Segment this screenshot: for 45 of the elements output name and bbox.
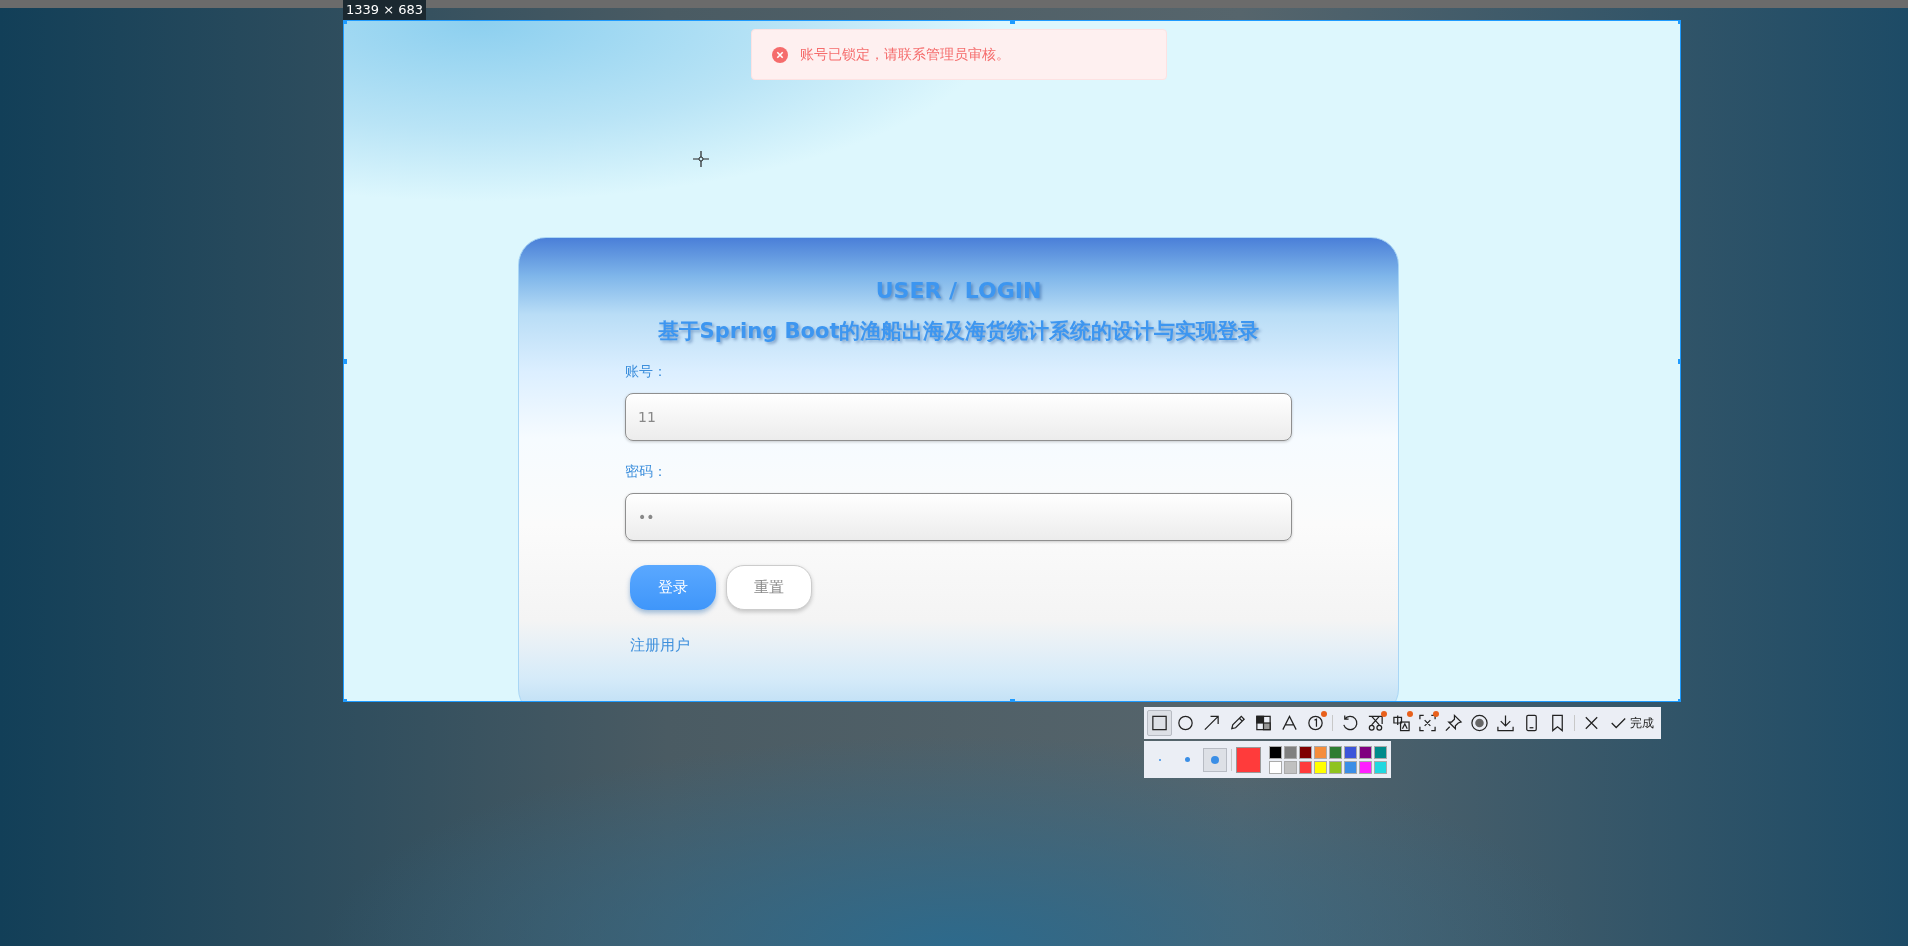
color-swatch[interactable]: [1329, 745, 1342, 759]
color-swatch[interactable]: [1329, 760, 1342, 774]
size-label: 1339 × 683: [343, 0, 427, 20]
number-icon: [1306, 713, 1325, 733]
color-swatch[interactable]: [1299, 760, 1312, 774]
error-icon: [772, 46, 788, 63]
crosshair-cursor-icon: [693, 151, 709, 167]
login-button[interactable]: 登录: [630, 565, 716, 610]
text-icon: [1280, 713, 1299, 733]
system-title: 基于Spring Boot的渔船出海及海货统计系统的设计与实现登录: [656, 318, 1261, 345]
field-label: 密码：: [625, 463, 667, 481]
color-swatch[interactable]: [1359, 760, 1372, 774]
register-link[interactable]: 注册用户: [630, 636, 690, 655]
message-text: 账号已锁定，请联系管理员审核。: [800, 45, 1010, 64]
ellipse-icon: [1176, 713, 1195, 733]
download-icon: [1496, 713, 1515, 733]
brush-size-button[interactable]: [1203, 747, 1227, 772]
color-swatch[interactable]: [1359, 745, 1372, 759]
color-swatch[interactable]: [1344, 760, 1357, 774]
record-icon: [1470, 713, 1489, 733]
color-swatch[interactable]: [1269, 760, 1282, 774]
undo-icon: [1340, 713, 1359, 733]
rectangle-tool-button[interactable]: [1147, 710, 1172, 736]
color-swatch[interactable]: [1284, 745, 1297, 759]
color-swatch[interactable]: [1269, 745, 1282, 759]
rectangle-icon: [1150, 713, 1169, 733]
color-swatch[interactable]: [1314, 745, 1327, 759]
done-button[interactable]: 完成: [1605, 714, 1658, 732]
capture-selection[interactable]: 账号已锁定，请联系管理员审核。 USER / LOGIN 基于Spring Boot的渔船出海及海货统计系统的设计与实现登录 账号： 11 密码： •• 登录 重置 注册用户: [343, 20, 1681, 702]
color-swatch[interactable]: [1284, 760, 1297, 774]
mosaic-icon: [1254, 713, 1273, 733]
color-swatch[interactable]: [1299, 745, 1312, 759]
login-title: USER / LOGIN: [874, 278, 1043, 303]
color-swatch[interactable]: [1374, 760, 1387, 774]
account-field[interactable]: 11: [625, 393, 1292, 441]
scissors-icon: [1366, 713, 1385, 733]
field-label: 账号：: [625, 363, 667, 381]
translate-icon: [1392, 713, 1411, 733]
password-field[interactable]: ••: [625, 493, 1292, 541]
color-swatch[interactable]: [1344, 745, 1357, 759]
arrow-icon: [1202, 713, 1221, 733]
color-swatch[interactable]: [1314, 760, 1327, 774]
reset-button[interactable]: 重置: [726, 565, 812, 610]
color-swatch[interactable]: [1374, 745, 1387, 759]
pin-icon: [1444, 713, 1463, 733]
